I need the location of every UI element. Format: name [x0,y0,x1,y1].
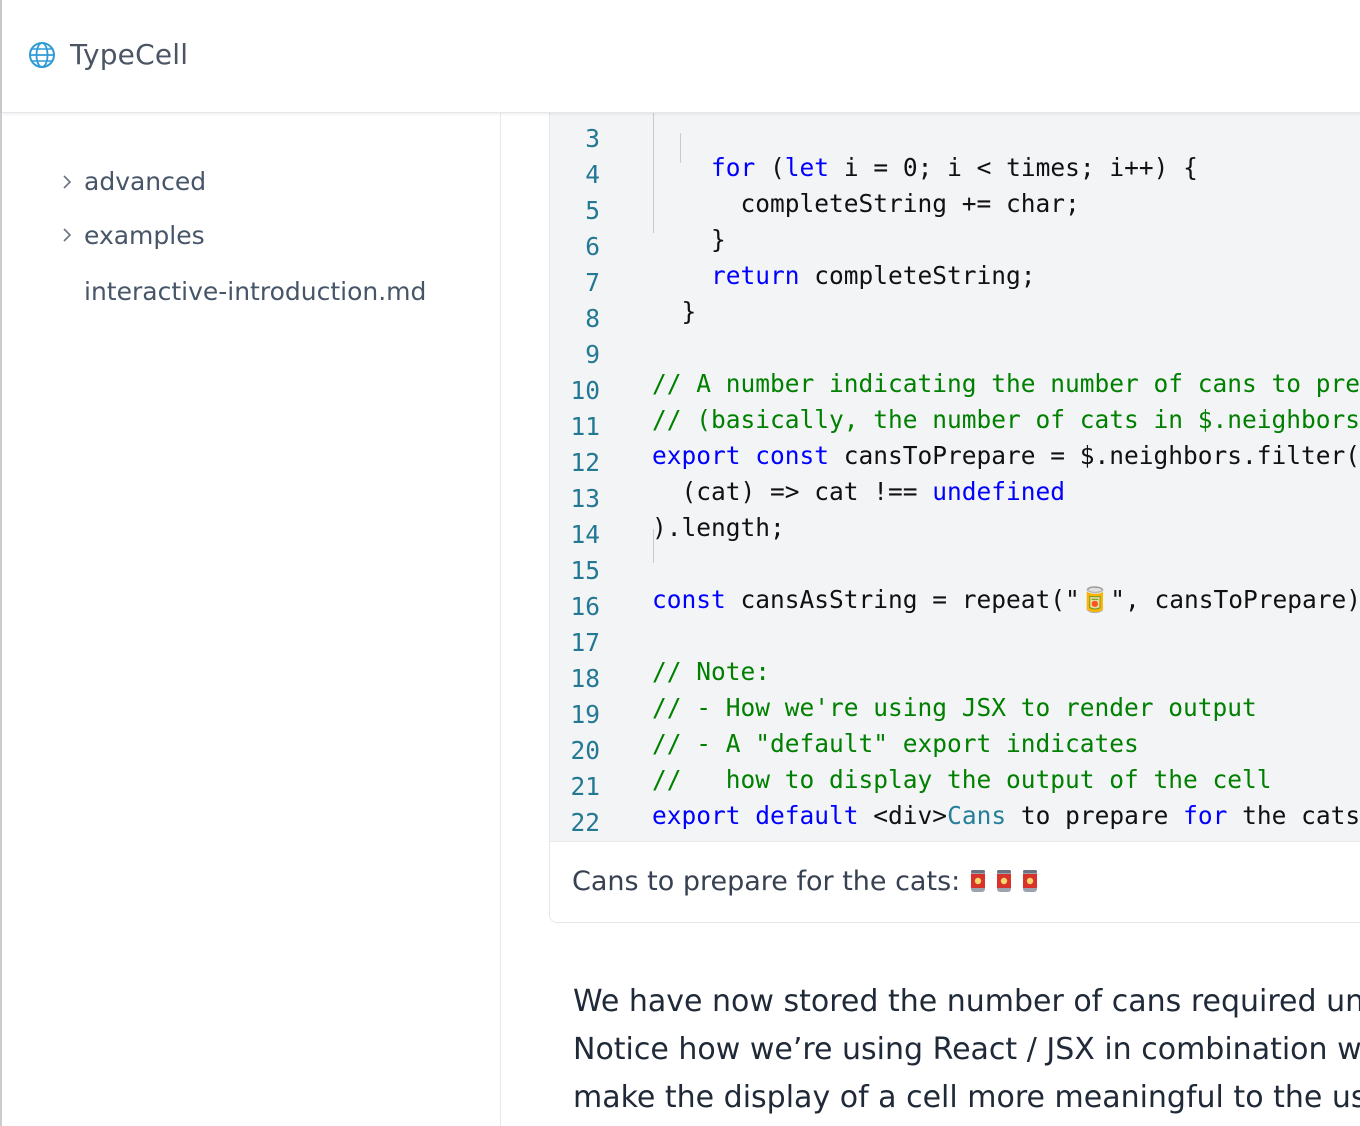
file-tree-sidebar: advanced examples interactive-introducti… [2,112,501,1126]
output-text: Cans to prepare for the cats: [572,866,961,897]
sidebar-item-label[interactable]: advanced [84,167,206,196]
app-header: TypeCell [2,0,1360,113]
code-line: 8 [550,275,1360,333]
code-editor[interactable]: 3 for (let i = 0; i < times; i++) { 4 co… [550,112,1360,841]
document-main: 3 for (let i = 0; i < times; i++) { 4 co… [501,112,1360,1126]
code-line: 6 return completeString; [550,203,1360,290]
code-line: 10 // (basically, the number of cats in … [550,347,1360,434]
paragraph-line: make the display of a cell more meaningf… [573,1080,1360,1115]
code-line: 12 (cat) => cat !== undefined [550,419,1360,506]
code-line: 15 const cansAsString = repeat("🥫", cans… [550,527,1360,614]
sidebar-item-label[interactable]: interactive-introduction.md [84,277,426,306]
line-number: 22 [570,808,600,837]
code-line: 5 } [550,167,1360,254]
code-line: 4 completeString += char; [550,131,1360,218]
code-line: 17 // Note: [550,599,1360,686]
globe-icon [29,42,55,68]
paragraph-line: Notice how we’re using React / JSX in co… [573,1032,1360,1067]
code-line: 19 // - A "default" export indicates [550,671,1360,758]
doc-paragraph: We have now stored the number of cans re… [573,978,1360,1122]
paragraph-line: We have now stored the number of cans re… [573,984,1360,1019]
tin-can-icon [996,870,1011,892]
app-title[interactable]: TypeCell [70,38,188,71]
code-line: 9 // A number indicating the number of c… [550,311,1360,398]
code-cell: 3 for (let i = 0; i < times; i++) { 4 co… [549,112,1360,923]
code-line: 18 // - How we're using JSX to render ou… [550,635,1360,722]
code-line: 16 [550,563,1360,621]
code-line: 14 [550,491,1360,549]
tin-can-icon [970,870,985,892]
code-line: 20 // how to display the output of the c… [550,707,1360,794]
tin-can-icon [1022,870,1037,892]
sidebar-item-label[interactable]: examples [84,221,205,250]
can-row [969,866,1047,897]
cell-output: Cans to prepare for the cats: [550,841,1360,922]
output-line: Cans to prepare for the cats: [572,866,1047,897]
code-line: 22 [550,779,1360,837]
code-line: 7 } [550,239,1360,326]
chevron-right-icon[interactable] [60,172,74,192]
code-line: 13 ).length; [550,455,1360,542]
code-line: 3 for (let i = 0; i < times; i++) { [550,112,1360,182]
code-line: 11 export const cansToPrepare = $.neighb… [550,383,1360,470]
code-line: 21 export default <div>Cans to prepare f… [550,743,1360,830]
chevron-right-icon[interactable] [60,225,74,245]
